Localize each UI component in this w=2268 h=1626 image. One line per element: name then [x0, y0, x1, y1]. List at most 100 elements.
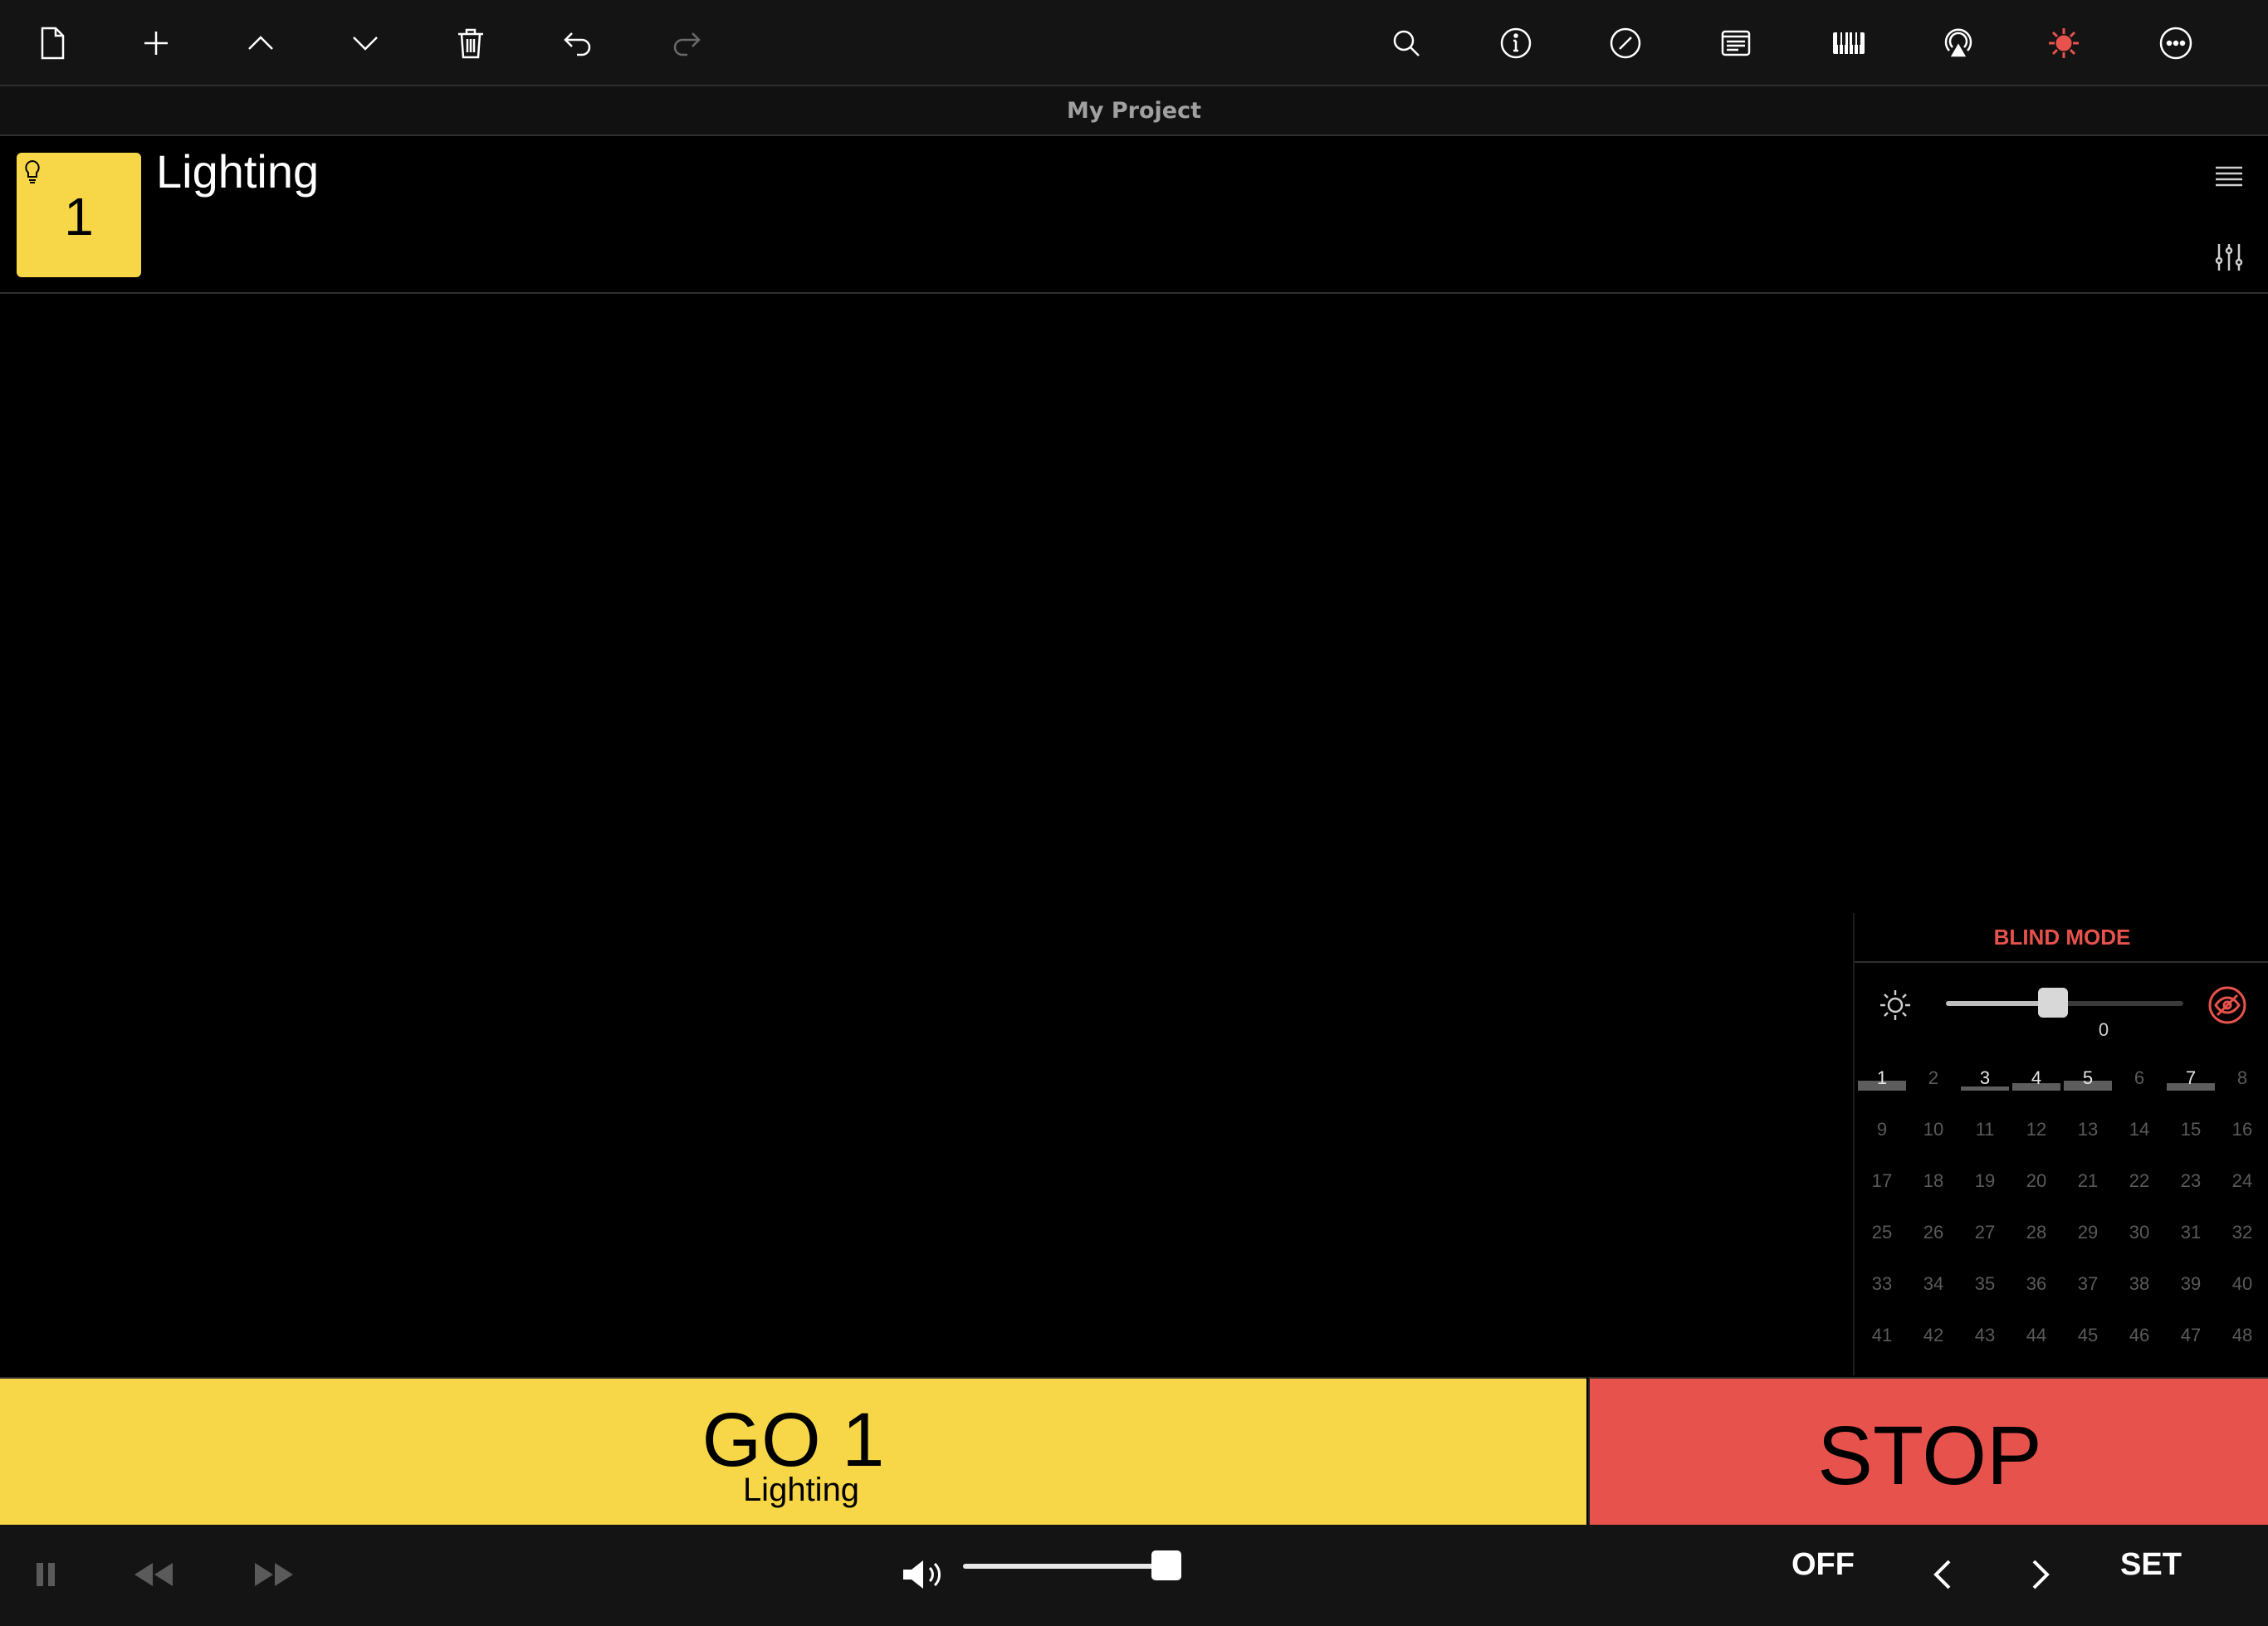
stop-button-label: STOP	[1817, 1409, 2042, 1502]
channel-cell[interactable]: 56	[2217, 1370, 2268, 1375]
channel-cell[interactable]: 54	[2114, 1370, 2165, 1375]
channel-cell[interactable]: 42	[1908, 1318, 1959, 1370]
channel-cell[interactable]: 31	[2165, 1215, 2217, 1267]
channel-cell[interactable]: 8	[2217, 1061, 2268, 1112]
channel-cell[interactable]: 26	[1908, 1215, 1959, 1267]
redo-icon[interactable]	[661, 17, 712, 69]
channel-cell[interactable]: 6	[2114, 1061, 2165, 1112]
channel-cell[interactable]: 5	[2062, 1061, 2114, 1112]
channel-cell[interactable]: 29	[2062, 1215, 2114, 1267]
channel-cell[interactable]: 3	[1959, 1061, 2011, 1112]
channel-cell[interactable]: 32	[2217, 1215, 2268, 1267]
channel-cell[interactable]: 48	[2217, 1318, 2268, 1370]
channel-cell[interactable]: 13	[2062, 1112, 2114, 1164]
volume-knob[interactable]	[1151, 1550, 1182, 1580]
channel-cell[interactable]: 27	[1959, 1215, 2011, 1267]
channel-cell[interactable]: 7	[2165, 1061, 2217, 1112]
channel-cell[interactable]: 52	[2011, 1370, 2062, 1375]
stop-button[interactable]: STOP	[1588, 1377, 2268, 1526]
channel-cell[interactable]: 37	[2062, 1267, 2114, 1318]
channel-cell[interactable]: 24	[2217, 1164, 2268, 1215]
channel-cell[interactable]: 12	[2011, 1112, 2062, 1164]
channel-cell[interactable]: 39	[2165, 1267, 2217, 1318]
channel-cell[interactable]: 25	[1856, 1215, 1908, 1267]
pause-icon[interactable]	[18, 1550, 76, 1599]
previous-chevron-icon[interactable]	[1914, 1550, 1972, 1599]
search-icon[interactable]	[1381, 17, 1432, 69]
channel-cell[interactable]: 47	[2165, 1318, 2217, 1370]
channel-cell[interactable]: 49	[1856, 1370, 1908, 1375]
fast-forward-icon[interactable]	[245, 1550, 303, 1599]
channel-cell[interactable]: 33	[1856, 1267, 1908, 1318]
channel-cell[interactable]: 10	[1908, 1112, 1959, 1164]
channel-cell[interactable]: 4	[2011, 1061, 2062, 1112]
channel-number: 31	[2180, 1222, 2202, 1243]
light-icon[interactable]	[2038, 17, 2090, 69]
channel-cell[interactable]: 21	[2062, 1164, 2114, 1215]
channel-cell[interactable]: 35	[1959, 1267, 2011, 1318]
channel-cell[interactable]: 14	[2114, 1112, 2165, 1164]
cue-row[interactable]: 1 Lighting	[0, 136, 2268, 294]
channel-cell[interactable]: 40	[2217, 1267, 2268, 1318]
volume-fill	[963, 1564, 1167, 1569]
off-button[interactable]: OFF	[1791, 1547, 1855, 1583]
channel-number: 27	[1974, 1222, 1996, 1243]
channel-number: 4	[2031, 1067, 2042, 1088]
new-document-icon[interactable]	[27, 17, 78, 69]
trash-icon[interactable]	[445, 17, 496, 69]
channel-cell[interactable]: 38	[2114, 1267, 2165, 1318]
channel-cell[interactable]: 23	[2165, 1164, 2217, 1215]
channel-number: 28	[2026, 1222, 2047, 1243]
channel-number: 7	[2185, 1067, 2197, 1088]
cue-number-tile[interactable]: 1	[17, 153, 141, 277]
sliders-icon[interactable]	[2211, 239, 2247, 276]
go-button[interactable]: GO 1 Lighting	[0, 1377, 1586, 1526]
channel-cell[interactable]: 36	[2011, 1267, 2062, 1318]
channel-cell[interactable]: 43	[1959, 1318, 2011, 1370]
channel-cell[interactable]: 53	[2062, 1370, 2114, 1375]
channel-cell[interactable]: 22	[2114, 1164, 2165, 1215]
channel-cell[interactable]: 28	[2011, 1215, 2062, 1267]
list-menu-icon[interactable]	[2211, 158, 2247, 194]
channel-cell[interactable]: 45	[2062, 1318, 2114, 1370]
channel-number: 22	[2129, 1170, 2150, 1191]
channel-cell[interactable]: 55	[2165, 1370, 2217, 1375]
more-icon[interactable]	[2150, 17, 2202, 69]
master-level-knob[interactable]	[2037, 988, 2068, 1018]
add-icon[interactable]	[130, 17, 182, 69]
channel-cell[interactable]: 16	[2217, 1112, 2268, 1164]
channel-cell[interactable]: 17	[1856, 1164, 1908, 1215]
channel-cell[interactable]: 50	[1908, 1370, 1959, 1375]
project-title-bar: My Project	[0, 86, 2268, 136]
set-button[interactable]: SET	[2120, 1547, 2182, 1583]
rewind-icon[interactable]	[125, 1550, 183, 1599]
master-level-slider[interactable]	[1946, 988, 2183, 1018]
next-chevron-icon[interactable]	[2011, 1550, 2069, 1599]
channel-cell[interactable]: 19	[1959, 1164, 2011, 1215]
channel-cell[interactable]: 20	[2011, 1164, 2062, 1215]
channel-cell[interactable]: 11	[1959, 1112, 2011, 1164]
channel-cell[interactable]: 51	[1959, 1370, 2011, 1375]
channel-cell[interactable]: 18	[1908, 1164, 1959, 1215]
volume-slider[interactable]	[963, 1550, 1182, 1580]
notes-icon[interactable]	[1710, 17, 1762, 69]
channel-cell[interactable]: 9	[1856, 1112, 1908, 1164]
channel-cell[interactable]: 44	[2011, 1318, 2062, 1370]
info-icon[interactable]	[1490, 17, 1542, 69]
move-down-icon[interactable]	[340, 17, 391, 69]
blind-toggle-eye-icon[interactable]	[2207, 984, 2248, 1026]
channel-cell[interactable]: 34	[1908, 1267, 1959, 1318]
channel-number: 1	[1876, 1067, 1888, 1088]
channel-cell[interactable]: 2	[1908, 1061, 1959, 1112]
undo-icon[interactable]	[552, 17, 604, 69]
piano-keys-icon[interactable]	[1823, 17, 1875, 69]
move-up-icon[interactable]	[235, 17, 286, 69]
airplay-icon[interactable]	[1933, 17, 1984, 69]
channel-cell[interactable]: 41	[1856, 1318, 1908, 1370]
channel-cell[interactable]: 15	[2165, 1112, 2217, 1164]
channel-cell[interactable]: 46	[2114, 1318, 2165, 1370]
channel-number: 47	[2180, 1325, 2202, 1345]
channel-cell[interactable]: 30	[2114, 1215, 2165, 1267]
edit-icon[interactable]	[1600, 17, 1651, 69]
channel-cell[interactable]: 1	[1856, 1061, 1908, 1112]
